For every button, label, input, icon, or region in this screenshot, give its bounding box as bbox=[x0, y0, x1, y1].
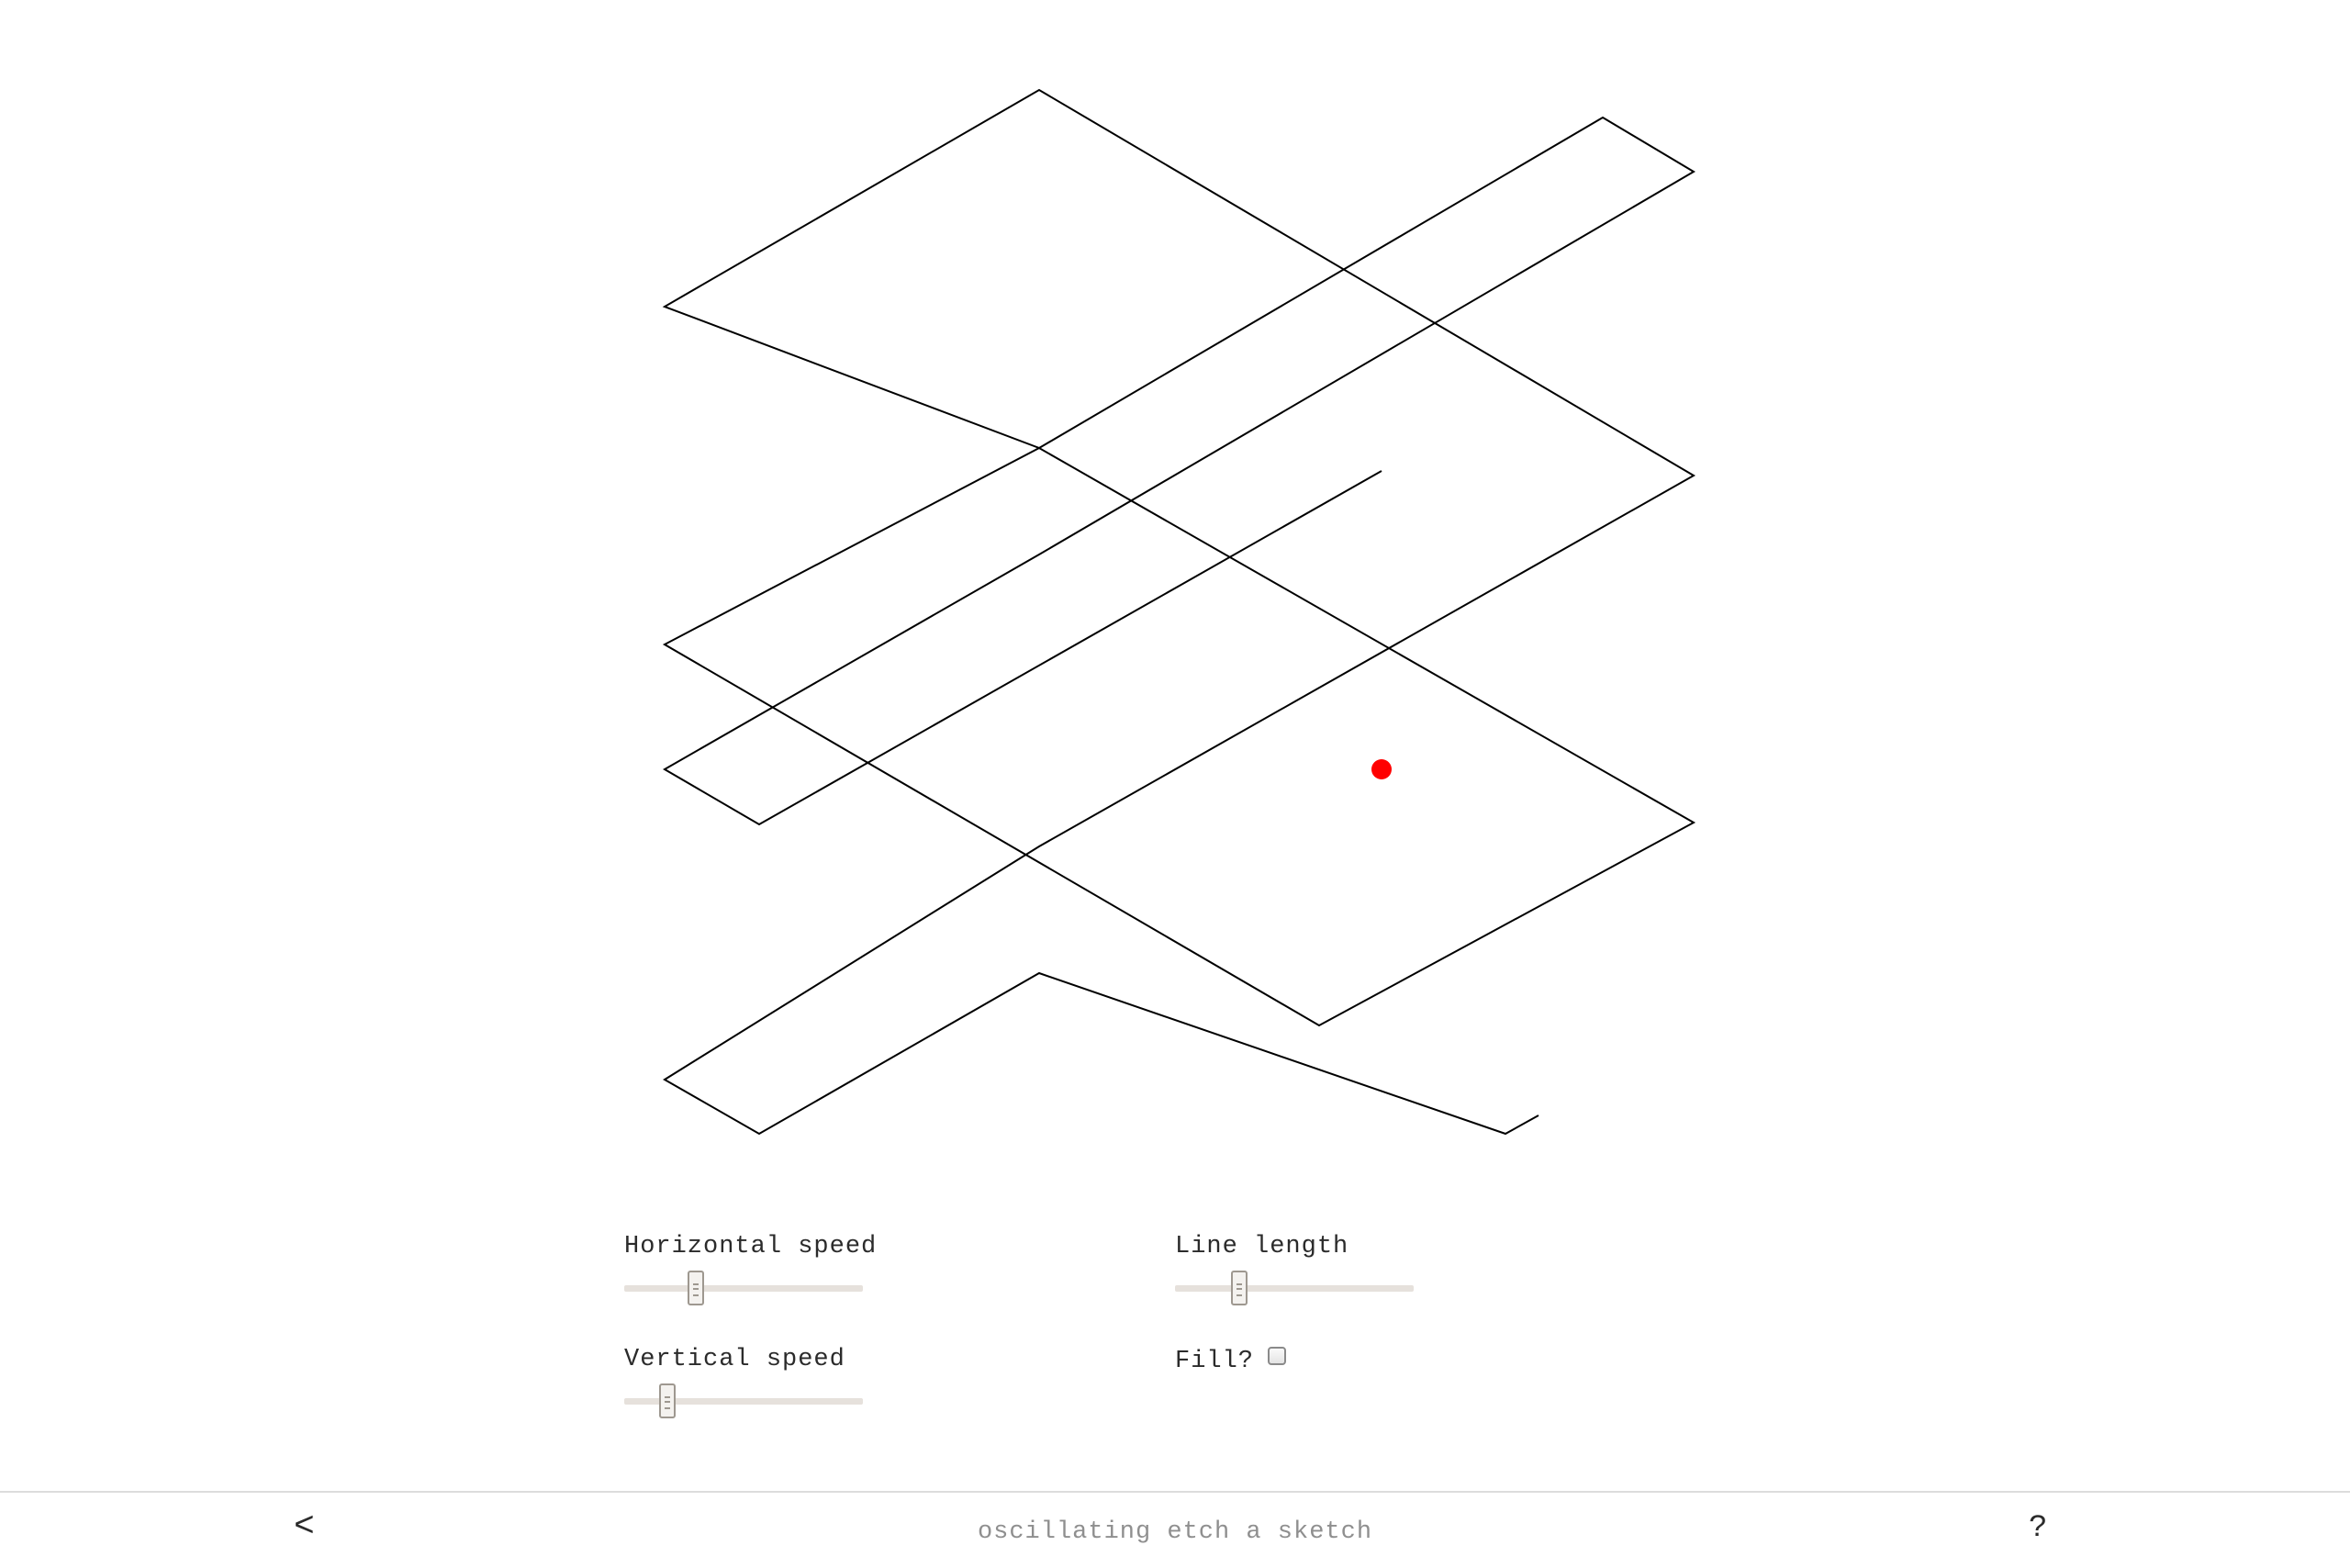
page-title: oscillating etch a sketch bbox=[977, 1518, 1373, 1546]
horizontal-speed-slider[interactable] bbox=[624, 1270, 863, 1306]
horizontal-speed-handle[interactable] bbox=[688, 1271, 704, 1305]
sketch-path bbox=[662, 88, 1696, 1136]
pen-position-dot bbox=[1371, 759, 1392, 779]
sketch-canvas bbox=[662, 88, 1696, 1136]
fill-checkbox[interactable] bbox=[1268, 1347, 1286, 1365]
fill-label: Fill? bbox=[1175, 1348, 1255, 1375]
help-button[interactable]: ? bbox=[2029, 1511, 2047, 1546]
footer-bar: < oscillating etch a sketch ? bbox=[0, 1491, 2350, 1568]
app-stage: Horizontal speed Vertical speed Line len… bbox=[0, 0, 2350, 1568]
line-length-label: Line length bbox=[1175, 1233, 1349, 1260]
line-length-track[interactable] bbox=[1175, 1285, 1414, 1292]
horizontal-speed-track[interactable] bbox=[624, 1285, 863, 1292]
vertical-speed-handle[interactable] bbox=[658, 1383, 676, 1418]
vertical-speed-label: Vertical speed bbox=[624, 1346, 845, 1373]
horizontal-speed-label: Horizontal speed bbox=[624, 1233, 878, 1260]
line-length-slider[interactable] bbox=[1175, 1270, 1414, 1306]
line-length-handle[interactable] bbox=[1231, 1271, 1248, 1305]
vertical-speed-slider[interactable] bbox=[624, 1383, 863, 1419]
